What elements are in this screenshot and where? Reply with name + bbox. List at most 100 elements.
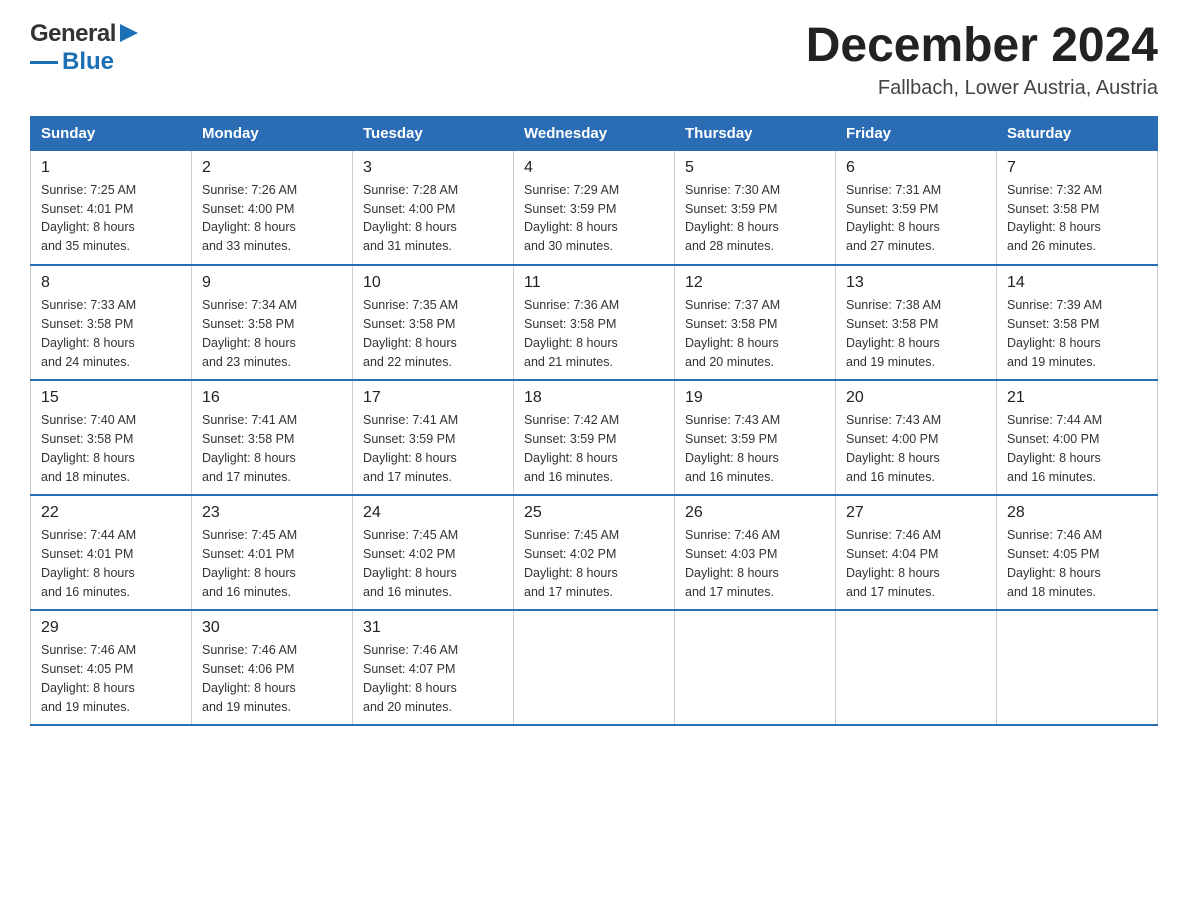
daylight-text: Daylight: 8 hours xyxy=(41,566,135,580)
weekday-header-tuesday: Tuesday xyxy=(353,116,514,150)
sunrise-text: Sunrise: 7:35 AM xyxy=(363,298,458,312)
sunset-text: Sunset: 4:06 PM xyxy=(202,662,294,676)
day-number: 3 xyxy=(363,159,503,177)
day-number: 18 xyxy=(524,389,664,407)
day-number: 27 xyxy=(846,504,986,522)
logo-arrow-icon xyxy=(118,22,140,44)
day-number: 7 xyxy=(1007,159,1147,177)
sunrise-text: Sunrise: 7:34 AM xyxy=(202,298,297,312)
daylight-text: Daylight: 8 hours xyxy=(846,566,940,580)
calendar-day-cell: 1 Sunrise: 7:25 AM Sunset: 4:01 PM Dayli… xyxy=(31,150,192,265)
day-info: Sunrise: 7:46 AM Sunset: 4:05 PM Dayligh… xyxy=(1007,526,1147,601)
daylight-text: Daylight: 8 hours xyxy=(524,220,618,234)
daylight-minutes-text: and 16 minutes. xyxy=(1007,470,1096,484)
weekday-header-thursday: Thursday xyxy=(675,116,836,150)
weekday-header-saturday: Saturday xyxy=(997,116,1158,150)
day-info: Sunrise: 7:40 AM Sunset: 3:58 PM Dayligh… xyxy=(41,411,181,486)
sunset-text: Sunset: 3:58 PM xyxy=(41,432,133,446)
day-number: 22 xyxy=(41,504,181,522)
daylight-minutes-text: and 20 minutes. xyxy=(685,355,774,369)
day-number: 19 xyxy=(685,389,825,407)
sunrise-text: Sunrise: 7:26 AM xyxy=(202,183,297,197)
sunrise-text: Sunrise: 7:29 AM xyxy=(524,183,619,197)
daylight-minutes-text: and 19 minutes. xyxy=(41,700,130,714)
day-info: Sunrise: 7:26 AM Sunset: 4:00 PM Dayligh… xyxy=(202,181,342,256)
day-number: 12 xyxy=(685,274,825,292)
daylight-text: Daylight: 8 hours xyxy=(202,336,296,350)
daylight-minutes-text: and 33 minutes. xyxy=(202,239,291,253)
calendar-day-cell: 5 Sunrise: 7:30 AM Sunset: 3:59 PM Dayli… xyxy=(675,150,836,265)
day-number: 14 xyxy=(1007,274,1147,292)
day-number: 21 xyxy=(1007,389,1147,407)
day-number: 20 xyxy=(846,389,986,407)
sunset-text: Sunset: 4:05 PM xyxy=(1007,547,1099,561)
day-number: 17 xyxy=(363,389,503,407)
calendar-day-cell: 22 Sunrise: 7:44 AM Sunset: 4:01 PM Dayl… xyxy=(31,495,192,610)
sunrise-text: Sunrise: 7:32 AM xyxy=(1007,183,1102,197)
sunset-text: Sunset: 4:00 PM xyxy=(363,202,455,216)
calendar-day-cell: 7 Sunrise: 7:32 AM Sunset: 3:58 PM Dayli… xyxy=(997,150,1158,265)
weekday-header-sunday: Sunday xyxy=(31,116,192,150)
daylight-text: Daylight: 8 hours xyxy=(363,566,457,580)
sunrise-text: Sunrise: 7:45 AM xyxy=(524,528,619,542)
daylight-minutes-text: and 27 minutes. xyxy=(846,239,935,253)
weekday-header-wednesday: Wednesday xyxy=(514,116,675,150)
sunrise-text: Sunrise: 7:40 AM xyxy=(41,413,136,427)
day-info: Sunrise: 7:34 AM Sunset: 3:58 PM Dayligh… xyxy=(202,296,342,371)
day-number: 11 xyxy=(524,274,664,292)
daylight-minutes-text: and 17 minutes. xyxy=(846,585,935,599)
day-number: 13 xyxy=(846,274,986,292)
day-number: 2 xyxy=(202,159,342,177)
calendar-day-cell: 16 Sunrise: 7:41 AM Sunset: 3:58 PM Dayl… xyxy=(192,380,353,495)
daylight-text: Daylight: 8 hours xyxy=(685,336,779,350)
daylight-text: Daylight: 8 hours xyxy=(41,220,135,234)
daylight-text: Daylight: 8 hours xyxy=(685,451,779,465)
sunrise-text: Sunrise: 7:28 AM xyxy=(363,183,458,197)
sunrise-text: Sunrise: 7:45 AM xyxy=(363,528,458,542)
daylight-text: Daylight: 8 hours xyxy=(685,566,779,580)
sunrise-text: Sunrise: 7:25 AM xyxy=(41,183,136,197)
day-number: 5 xyxy=(685,159,825,177)
day-number: 10 xyxy=(363,274,503,292)
calendar-day-cell: 28 Sunrise: 7:46 AM Sunset: 4:05 PM Dayl… xyxy=(997,495,1158,610)
sunrise-text: Sunrise: 7:46 AM xyxy=(202,643,297,657)
daylight-minutes-text: and 17 minutes. xyxy=(685,585,774,599)
day-info: Sunrise: 7:37 AM Sunset: 3:58 PM Dayligh… xyxy=(685,296,825,371)
calendar-day-cell: 17 Sunrise: 7:41 AM Sunset: 3:59 PM Dayl… xyxy=(353,380,514,495)
daylight-text: Daylight: 8 hours xyxy=(524,566,618,580)
calendar-day-cell: 8 Sunrise: 7:33 AM Sunset: 3:58 PM Dayli… xyxy=(31,265,192,380)
sunrise-text: Sunrise: 7:39 AM xyxy=(1007,298,1102,312)
daylight-minutes-text: and 24 minutes. xyxy=(41,355,130,369)
title-block: December 2024 Fallbach, Lower Austria, A… xyxy=(806,20,1158,100)
daylight-text: Daylight: 8 hours xyxy=(202,451,296,465)
sunrise-text: Sunrise: 7:44 AM xyxy=(1007,413,1102,427)
daylight-text: Daylight: 8 hours xyxy=(363,681,457,695)
daylight-minutes-text: and 19 minutes. xyxy=(1007,355,1096,369)
sunrise-text: Sunrise: 7:36 AM xyxy=(524,298,619,312)
day-number: 4 xyxy=(524,159,664,177)
day-info: Sunrise: 7:44 AM Sunset: 4:00 PM Dayligh… xyxy=(1007,411,1147,486)
daylight-text: Daylight: 8 hours xyxy=(202,566,296,580)
calendar-day-cell: 18 Sunrise: 7:42 AM Sunset: 3:59 PM Dayl… xyxy=(514,380,675,495)
daylight-text: Daylight: 8 hours xyxy=(41,336,135,350)
sunrise-text: Sunrise: 7:46 AM xyxy=(846,528,941,542)
daylight-text: Daylight: 8 hours xyxy=(846,336,940,350)
calendar-day-cell: 26 Sunrise: 7:46 AM Sunset: 4:03 PM Dayl… xyxy=(675,495,836,610)
daylight-minutes-text: and 16 minutes. xyxy=(685,470,774,484)
daylight-minutes-text: and 17 minutes. xyxy=(202,470,291,484)
daylight-text: Daylight: 8 hours xyxy=(363,451,457,465)
daylight-minutes-text: and 19 minutes. xyxy=(202,700,291,714)
sunset-text: Sunset: 3:59 PM xyxy=(363,432,455,446)
calendar-day-cell: 13 Sunrise: 7:38 AM Sunset: 3:58 PM Dayl… xyxy=(836,265,997,380)
sunset-text: Sunset: 3:58 PM xyxy=(41,317,133,331)
weekday-header-monday: Monday xyxy=(192,116,353,150)
daylight-text: Daylight: 8 hours xyxy=(363,336,457,350)
sunset-text: Sunset: 3:58 PM xyxy=(524,317,616,331)
daylight-text: Daylight: 8 hours xyxy=(1007,451,1101,465)
daylight-text: Daylight: 8 hours xyxy=(1007,220,1101,234)
sunrise-text: Sunrise: 7:43 AM xyxy=(846,413,941,427)
day-info: Sunrise: 7:45 AM Sunset: 4:02 PM Dayligh… xyxy=(524,526,664,601)
sunrise-text: Sunrise: 7:42 AM xyxy=(524,413,619,427)
daylight-minutes-text: and 16 minutes. xyxy=(202,585,291,599)
day-info: Sunrise: 7:32 AM Sunset: 3:58 PM Dayligh… xyxy=(1007,181,1147,256)
